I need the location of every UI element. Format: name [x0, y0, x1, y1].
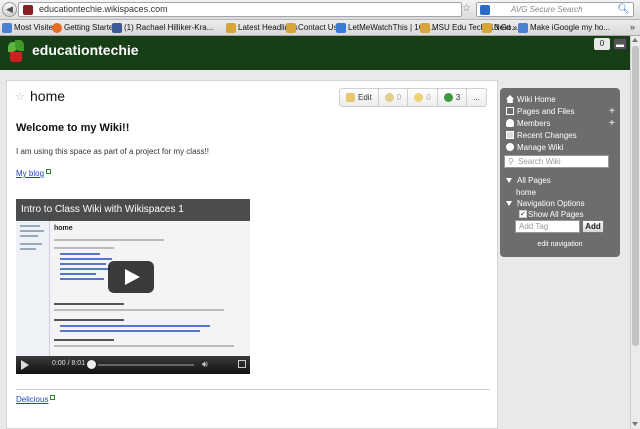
page-title: home	[30, 88, 66, 104]
bookmark-next[interactable]: Next »	[482, 22, 517, 34]
members-icon	[506, 119, 514, 127]
bookmark-igoogle[interactable]: Make iGoogle my ho...	[518, 22, 610, 34]
home-icon	[506, 95, 514, 103]
video-controls: 0:00 / 8:01 🔊︎	[16, 356, 250, 374]
search-engine-icon[interactable]	[480, 5, 490, 15]
video-time: 0:00 / 8:01	[52, 360, 86, 367]
video-progress-track[interactable]	[98, 364, 194, 366]
show-all-pages-label[interactable]: Show All Pages	[522, 209, 584, 220]
wiki-header: educationtechie 0 ▬	[0, 36, 640, 70]
delicious-link[interactable]: Delicious	[16, 395, 56, 404]
play-icon	[125, 269, 140, 285]
page-content: ☆ home Edit 0 0 3 ... Welcome to my Wiki…	[6, 80, 498, 429]
globe-icon	[336, 23, 346, 33]
logo-leaf	[15, 40, 24, 51]
more-actions-button[interactable]: ...	[467, 89, 486, 106]
rss-icon	[226, 23, 236, 33]
page-actions: Edit 0 0 3 ...	[339, 88, 487, 107]
volume-icon[interactable]: 🔊︎	[202, 359, 208, 370]
video-inner-title: home	[54, 225, 73, 232]
bookmark-getting-started[interactable]: Getting Started	[52, 22, 118, 34]
sidebar-item-recent-changes[interactable]: Recent Changes	[506, 130, 577, 141]
video-thumbnail-sidebar	[16, 199, 50, 356]
sidebar-navigation-options[interactable]: Navigation Options	[506, 198, 585, 209]
search-placeholder: AVG Secure Search	[511, 5, 583, 14]
wiki-logo[interactable]	[6, 40, 26, 64]
notification-count[interactable]: 0	[594, 38, 610, 50]
search-bar[interactable]: AVG Secure Search 🔍︎	[476, 2, 634, 17]
favorites-button[interactable]: 0	[408, 89, 438, 106]
star-icon	[414, 93, 424, 102]
external-link-icon	[50, 395, 56, 400]
rss-icon	[420, 23, 430, 33]
video-play-button[interactable]	[108, 261, 154, 293]
add-page-icon[interactable]: +	[609, 106, 615, 117]
sidebar-item-manage-wiki[interactable]: Manage Wiki	[506, 142, 563, 153]
bookmark-contact-us[interactable]: Contact Us	[286, 22, 338, 34]
add-tag-button[interactable]: Add	[582, 220, 604, 233]
video-title[interactable]: Intro to Class Wiki with Wikispaces 1	[16, 199, 250, 221]
logo-pot	[10, 52, 22, 62]
bookmark-most-visited[interactable]: Most Visited	[2, 22, 57, 34]
sidebar-page-home[interactable]: home	[506, 187, 536, 198]
sidebar-all-pages[interactable]: All Pages	[506, 175, 551, 186]
edit-navigation-link[interactable]: edit navigation	[500, 241, 620, 248]
add-tag-input[interactable]: Add Tag	[515, 220, 580, 233]
firefox-icon	[52, 23, 62, 33]
edit-icon	[346, 93, 355, 102]
facebook-icon	[112, 23, 122, 33]
site-title[interactable]: educationtechie	[32, 42, 139, 58]
search-icon: ⚲	[508, 157, 514, 166]
search-go-icon[interactable]: 🔍︎	[617, 4, 630, 15]
sidebar-item-wiki-home[interactable]: Wiki Home	[506, 94, 556, 105]
gear-icon	[506, 143, 514, 151]
google-icon	[518, 23, 528, 33]
blog-link[interactable]: My blog	[16, 169, 52, 178]
wiki-search-input[interactable]: ⚲ Search Wiki	[504, 155, 609, 168]
browser-toolbar: ◀ educationtechie.wikispaces.com ☆ ↻ AVG…	[0, 0, 640, 20]
sidebar-item-members[interactable]: Members	[506, 118, 550, 129]
scroll-down-icon[interactable]	[632, 422, 638, 426]
external-link-icon	[46, 169, 52, 174]
sidebar-item-pages-and-files[interactable]: Pages and Files	[506, 106, 574, 117]
comment-icon	[384, 93, 394, 102]
comments-button[interactable]: 0	[379, 89, 409, 106]
back-button[interactable]: ◀	[2, 2, 17, 17]
favorite-star-icon[interactable]: ☆	[15, 90, 25, 103]
rss-icon	[286, 23, 296, 33]
fullscreen-icon[interactable]	[238, 360, 246, 368]
video-player[interactable]: home Intro to Class Wiki with Wikispaces…	[16, 199, 250, 374]
bookmarks-bar: Most Visited Getting Started (1) Rachael…	[0, 20, 640, 36]
url-text[interactable]: educationtechie.wikispaces.com	[39, 4, 168, 14]
play-icon[interactable]	[21, 360, 29, 370]
divider	[16, 389, 490, 390]
navigation-sidebar: Wiki Home Pages and Files + Members + Re…	[500, 88, 620, 257]
add-member-icon[interactable]: +	[609, 118, 615, 129]
scroll-up-icon[interactable]	[632, 38, 638, 42]
edit-button[interactable]: Edit	[340, 89, 379, 106]
site-favicon-icon	[23, 5, 33, 15]
video-scrubber-handle[interactable]	[87, 360, 96, 369]
recent-changes-icon	[506, 131, 514, 139]
bookmark-icon	[2, 23, 12, 33]
rss-icon	[482, 23, 492, 33]
bookmarks-more-icon[interactable]: »	[630, 22, 635, 32]
intro-text: I am using this space as part of a proje…	[16, 147, 209, 156]
bookmark-star-icon[interactable]: ☆	[462, 3, 471, 14]
page-scrollbar[interactable]	[630, 36, 640, 429]
folder-icon	[506, 107, 514, 115]
bookmark-facebook[interactable]: (1) Rachael Hilliker-Kra...	[112, 22, 213, 34]
page-heading: Welcome to my Wiki!!	[16, 122, 130, 134]
url-field[interactable]: educationtechie.wikispaces.com ☆ ↻	[18, 2, 483, 17]
user-menu-icon[interactable]: ▬	[613, 38, 627, 50]
revisions-button[interactable]: 3	[438, 89, 468, 106]
scroll-thumb[interactable]	[632, 46, 639, 346]
history-icon	[443, 93, 453, 102]
